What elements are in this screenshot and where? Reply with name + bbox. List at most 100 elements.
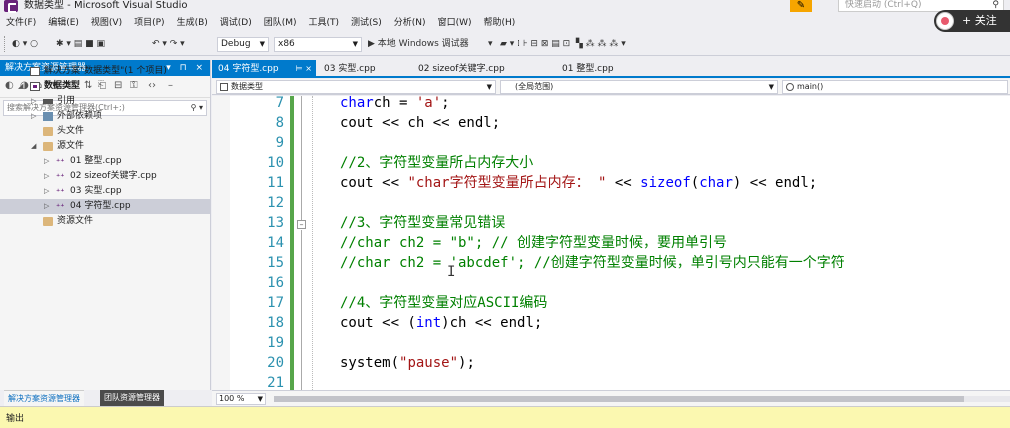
- line-number: 10: [267, 155, 284, 171]
- chevron-down-icon[interactable]: ▾: [488, 37, 493, 51]
- cpp-file-icon: ⁺⁺: [56, 202, 65, 211]
- code-token: 'a': [415, 96, 442, 111]
- scope-dropdown[interactable]: (全局范围) ▼: [500, 80, 778, 94]
- code-line[interactable]: //3、字符型变量常见错误: [340, 213, 505, 233]
- scrollbar-thumb[interactable]: [274, 396, 964, 402]
- project-icon: [30, 82, 40, 91]
- menu-item[interactable]: 窗口(W): [432, 14, 478, 32]
- tree-item[interactable]: ▷ ⁺⁺ 04 字符型.cpp: [0, 199, 210, 214]
- tree-item[interactable]: ▷ ⁺⁺ 01 整型.cpp: [0, 154, 210, 169]
- tree-item[interactable]: ▷ 外部依赖项: [0, 109, 210, 124]
- window-title: 数据类型 - Microsoft Visual Studio: [24, 0, 188, 11]
- code-area[interactable]: charch = 'a'; cout << ch << endl; //2、字符型变…: [308, 96, 1008, 390]
- tree-item[interactable]: 解决方案"数据类型"(1 个项目): [0, 64, 210, 79]
- code-line[interactable]: system("pause");: [340, 353, 475, 373]
- expander-icon[interactable]: ◢: [18, 79, 23, 94]
- expander-icon[interactable]: ▷: [44, 169, 49, 184]
- menu-item[interactable]: 视图(V): [85, 14, 128, 32]
- tree-item[interactable]: ◢ 数据类型: [0, 79, 210, 94]
- menu-item[interactable]: 调试(D): [214, 14, 258, 32]
- toolbar-grip[interactable]: [4, 36, 6, 52]
- pin-close-icon[interactable]: ⊨ ×: [296, 60, 312, 78]
- code-token: char: [340, 96, 374, 111]
- code-token: ch =: [373, 96, 416, 111]
- horizontal-scrollbar[interactable]: [274, 396, 1010, 402]
- tab-team-explorer[interactable]: 团队资源管理器: [100, 390, 164, 406]
- tab-01-int-cpp[interactable]: 01 整型.cpp: [556, 60, 646, 78]
- project-value: 数据类型: [231, 82, 263, 91]
- code-line[interactable]: cout << "char字符型变量所占内存： " << sizeof(char…: [340, 173, 817, 193]
- expander-icon[interactable]: ▷: [31, 109, 36, 124]
- configuration-value: Debug: [221, 39, 251, 49]
- new-project-icon[interactable]: ✱ ▾ ▤ ■ ▣: [56, 37, 105, 51]
- expander-icon[interactable]: ▷: [31, 94, 36, 109]
- tree-item[interactable]: ◢ 源文件: [0, 139, 210, 154]
- tree-item[interactable]: 资源文件: [0, 214, 210, 229]
- tree-item[interactable]: ▷ 引用: [0, 94, 210, 109]
- code-editor[interactable]: 7 8 9 10 11 12 13 14 15 16 17 18 19 20 21 – charch = '…: [212, 96, 1010, 390]
- tree-item-label: 外部依赖项: [57, 111, 103, 121]
- tree-item-label: 引用: [57, 96, 76, 106]
- code-token: ) << endl;: [732, 175, 818, 191]
- undo-icon[interactable]: ↶ ▾ ↷ ▾: [152, 37, 185, 51]
- tab-04-char-cpp[interactable]: 04 字符型.cpp ⊨ ×: [212, 60, 316, 78]
- code-line[interactable]: charch = 'a';: [340, 96, 450, 113]
- expander-icon[interactable]: ▷: [44, 154, 49, 169]
- line-number: 18: [267, 315, 284, 331]
- breakpoint-margin[interactable]: [212, 96, 230, 390]
- tree-item[interactable]: 头文件: [0, 124, 210, 139]
- tab-label: 01 整型.cpp: [562, 64, 614, 74]
- menu-item[interactable]: 测试(S): [345, 14, 388, 32]
- expander-icon[interactable]: ◢: [31, 139, 36, 154]
- code-line[interactable]: cout << ch << endl;: [340, 113, 500, 133]
- solution-platform-dropdown[interactable]: x86 ▼: [274, 37, 362, 52]
- code-line[interactable]: //2、字符型变量所占内存大小: [340, 153, 533, 173]
- member-value: main(): [797, 82, 824, 91]
- folder-icon: [43, 127, 53, 136]
- collapse-icon[interactable]: –: [297, 220, 306, 229]
- output-title: 输出: [6, 414, 25, 424]
- change-tracking-bar: [290, 96, 294, 390]
- navigate-back-icon[interactable]: ◐ ▾ ○: [12, 37, 38, 51]
- cpp-file-icon: ⁺⁺: [56, 157, 65, 166]
- menu-item[interactable]: 文件(F): [0, 14, 42, 32]
- tree-item[interactable]: ▷ ⁺⁺ 02 sizeof关键字.cpp: [0, 169, 210, 184]
- solution-icon: [30, 67, 40, 76]
- tree-item-label: 源文件: [57, 141, 85, 151]
- menu-bar: 文件(F) 编辑(E) 视图(V) 项目(P) 生成(B) 调试(D) 团队(M) 工具(T)…: [0, 14, 1010, 32]
- editor-status-strip: 100 % ▼: [212, 390, 1010, 406]
- project-dropdown[interactable]: 数据类型 ▼: [216, 80, 496, 94]
- start-debugging-button[interactable]: ▶ 本地 Windows 调试器: [368, 37, 469, 51]
- outlining-margin: –: [296, 96, 308, 390]
- menu-item[interactable]: 编辑(E): [42, 14, 85, 32]
- tab-03-float-cpp[interactable]: 03 实型.cpp: [318, 60, 408, 78]
- follow-button[interactable]: + 关注: [934, 10, 1010, 32]
- tree-item[interactable]: ▷ ⁺⁺ 03 实型.cpp: [0, 184, 210, 199]
- code-line[interactable]: //char ch2 = "b"; // 创建字符型变量时候，要用单引号: [340, 233, 727, 253]
- tab-solution-explorer[interactable]: 解决方案资源管理器: [4, 390, 84, 406]
- menu-item[interactable]: 工具(T): [303, 14, 346, 32]
- menu-item[interactable]: 团队(M): [258, 14, 303, 32]
- code-token: cout << (: [340, 315, 416, 331]
- output-panel[interactable]: 输出: [0, 406, 1010, 428]
- expander-icon[interactable]: ▷: [44, 184, 49, 199]
- tab-02-sizeof-cpp[interactable]: 02 sizeof关键字.cpp: [412, 60, 552, 78]
- tree-item-label: 03 实型.cpp: [70, 186, 122, 196]
- menu-item[interactable]: 项目(P): [128, 14, 170, 32]
- toolbar-extra-icons[interactable]: ▰ ▾ ⁞ ⊦ ⊟ ⊠ ▤ ⊡ ▚ ⁂ ⁂ ⁂ ▾: [500, 37, 626, 51]
- code-line[interactable]: //4、字符型变量对应ASCII编码: [340, 293, 547, 313]
- line-number: 19: [267, 335, 284, 351]
- code-line[interactable]: cout << (int)ch << endl;: [340, 313, 542, 333]
- code-token: cout << ch << endl;: [340, 115, 501, 131]
- code-line[interactable]: //char ch2 = 'abcdef'; //创建字符型变量时候，单引号内只…: [340, 253, 845, 273]
- notification-flag-icon[interactable]: ✎: [790, 0, 812, 12]
- solution-configuration-dropdown[interactable]: Debug ▼: [217, 37, 269, 52]
- member-dropdown[interactable]: main(): [782, 80, 1008, 94]
- menu-item[interactable]: 生成(B): [171, 14, 214, 32]
- zoom-dropdown[interactable]: 100 % ▼: [216, 393, 266, 405]
- menu-item[interactable]: 分析(N): [388, 14, 432, 32]
- expander-icon[interactable]: ▷: [44, 199, 49, 214]
- solution-panel-tabs: 解决方案资源管理器 团队资源管理器: [0, 390, 211, 406]
- tree-item-label: 01 整型.cpp: [70, 156, 122, 166]
- menu-item[interactable]: 帮助(H): [477, 14, 521, 32]
